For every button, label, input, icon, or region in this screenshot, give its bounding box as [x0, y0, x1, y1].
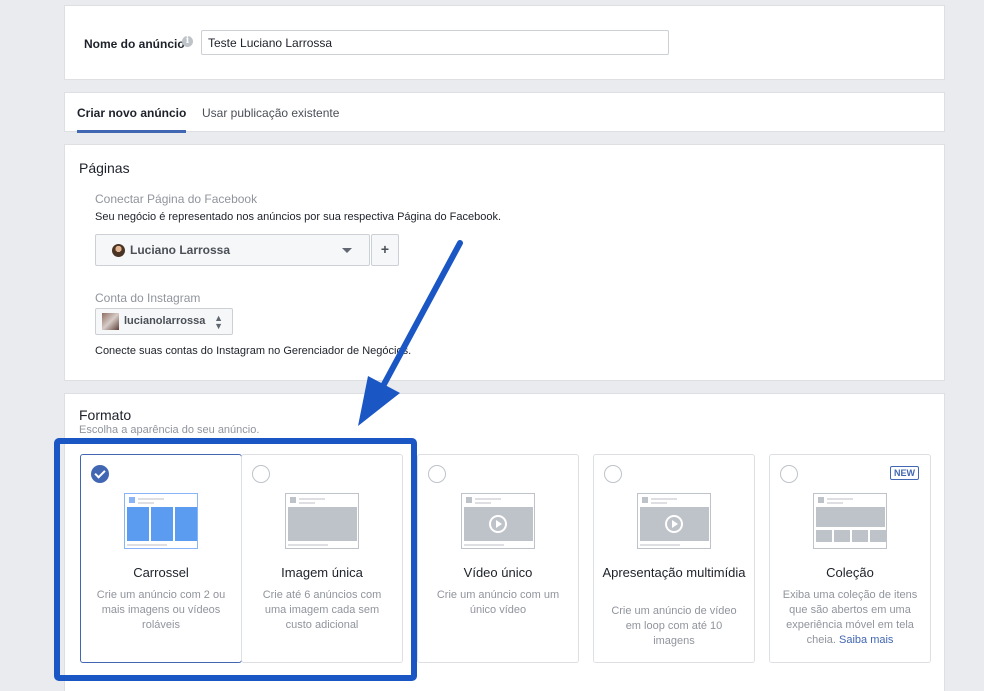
format-card-collection[interactable]: NEW Coleção Exiba uma coleção de itens q… [769, 454, 931, 663]
radio-icon[interactable] [428, 465, 446, 483]
ad-name-label: Nome do anúncio [84, 37, 185, 51]
instagram-account-dropdown[interactable]: lucianolarrossa ▲ ▼ [95, 308, 233, 335]
page-avatar [112, 244, 125, 257]
radio-icon[interactable] [780, 465, 798, 483]
format-desc-single-video: Crie um anúncio com um único vídeo [436, 589, 560, 616]
play-icon [489, 515, 507, 533]
sort-arrows-icon: ▲ ▼ [214, 313, 223, 331]
facebook-page-dropdown[interactable]: Luciano Larrossa [95, 234, 370, 266]
format-subtitle: Escolha a aparência do seu anúncio. [79, 424, 260, 436]
learn-more-link[interactable]: Saiba mais [839, 634, 893, 646]
info-icon[interactable]: i [182, 36, 193, 47]
annotation-arrow-icon [358, 240, 463, 426]
format-card-slideshow[interactable]: Apresentação multimídia Crie um anúncio … [593, 454, 755, 663]
format-card-single-video[interactable]: Vídeo único Crie um anúncio com um único… [417, 454, 579, 663]
facebook-page-label: Conectar Página do Facebook [95, 192, 258, 206]
format-title-collection: Coleção [826, 565, 874, 580]
ad-name-input[interactable] [201, 30, 669, 55]
tab-create-new-ad[interactable]: Criar novo anúncio [77, 93, 187, 133]
ad-name-panel: Nome do anúncio i [64, 5, 945, 80]
creative-tabs: Criar novo anúncio Usar publicação exist… [64, 92, 945, 133]
new-badge: NEW [890, 466, 919, 480]
format-title: Formato [79, 407, 132, 423]
tab-use-existing-post[interactable]: Usar publicação existente [202, 93, 339, 133]
pages-title: Páginas [79, 160, 130, 176]
slideshow-thumbnail [637, 493, 711, 549]
radio-icon[interactable] [604, 465, 622, 483]
instagram-account-selected: lucianolarrossa [124, 315, 206, 327]
format-title-slideshow: Apresentação multimídia [602, 565, 746, 580]
format-title-single-video: Vídeo único [463, 565, 533, 580]
facebook-page-description: Seu negócio é representado nos anúncios … [95, 211, 502, 223]
collection-thumbnail [813, 493, 887, 549]
play-icon [665, 515, 683, 533]
instagram-account-label: Conta do Instagram [95, 291, 201, 305]
pages-panel: Páginas Conectar Página do Facebook Seu … [64, 144, 945, 381]
single-video-thumbnail [461, 493, 535, 549]
format-desc-slideshow: Crie um anúncio de vídeo em loop com até… [611, 605, 737, 647]
instagram-avatar [102, 313, 119, 330]
annotation-highlight-box [54, 438, 417, 681]
facebook-page-selected: Luciano Larrossa [130, 243, 231, 257]
format-desc-collection: Exiba uma coleção de itens que são abert… [780, 588, 920, 648]
